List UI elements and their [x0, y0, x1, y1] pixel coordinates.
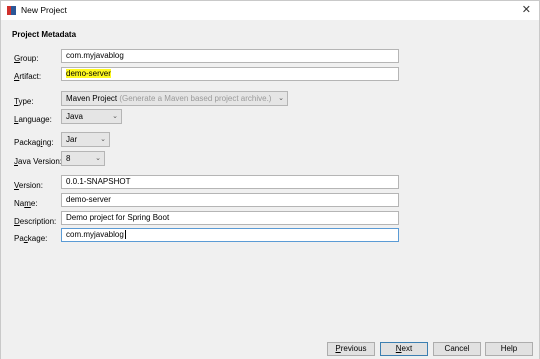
name-input[interactable]: demo-server — [61, 193, 399, 207]
package-input[interactable]: com.myjavablog — [61, 228, 399, 242]
text-caret — [124, 230, 126, 240]
group-input[interactable]: com.myjavablog — [61, 49, 399, 63]
chevron-down-icon: ⌄ — [278, 94, 284, 102]
description-label: Description: — [14, 217, 57, 226]
name-label: Name: — [14, 199, 38, 208]
artifact-input[interactable]: demo-server — [61, 67, 399, 81]
java-version-select[interactable]: 8 ⌄ — [61, 151, 105, 166]
version-label: Version: — [14, 181, 43, 190]
title-bar: New Project ✕ — [1, 1, 539, 20]
java-version-label: Java Version: — [14, 157, 63, 166]
description-input[interactable]: Demo project for Spring Boot — [61, 211, 399, 225]
type-select[interactable]: Maven Project (Generate a Maven based pr… — [61, 91, 288, 106]
artifact-label: Artifact: — [14, 72, 42, 81]
previous-button[interactable]: Previous — [327, 342, 375, 356]
packaging-select[interactable]: Jar ⌄ — [61, 132, 110, 147]
dialog-content: Project Metadata Group: com.myjavablog A… — [1, 21, 539, 359]
window-title: New Project — [21, 5, 67, 15]
artifact-value: demo-server — [66, 69, 111, 78]
version-input[interactable]: 0.0.1-SNAPSHOT — [61, 175, 399, 189]
app-icon — [7, 6, 16, 15]
next-button[interactable]: Next — [380, 342, 428, 356]
type-label: Type: — [14, 97, 34, 106]
chevron-down-icon: ⌄ — [100, 135, 106, 143]
language-label: Language: — [14, 115, 52, 124]
help-button[interactable]: Help — [485, 342, 533, 356]
close-icon[interactable]: ✕ — [522, 4, 531, 15]
chevron-down-icon: ⌄ — [112, 112, 118, 120]
section-title: Project Metadata — [12, 30, 77, 39]
language-select[interactable]: Java ⌄ — [61, 109, 122, 124]
package-label: Package: — [14, 234, 48, 243]
packaging-label: Packaging: — [14, 138, 54, 147]
group-label: Group: — [14, 54, 39, 63]
cancel-button[interactable]: Cancel — [433, 342, 481, 356]
new-project-dialog: New Project ✕ Project Metadata Group: co… — [0, 0, 540, 359]
chevron-down-icon: ⌄ — [95, 154, 101, 162]
